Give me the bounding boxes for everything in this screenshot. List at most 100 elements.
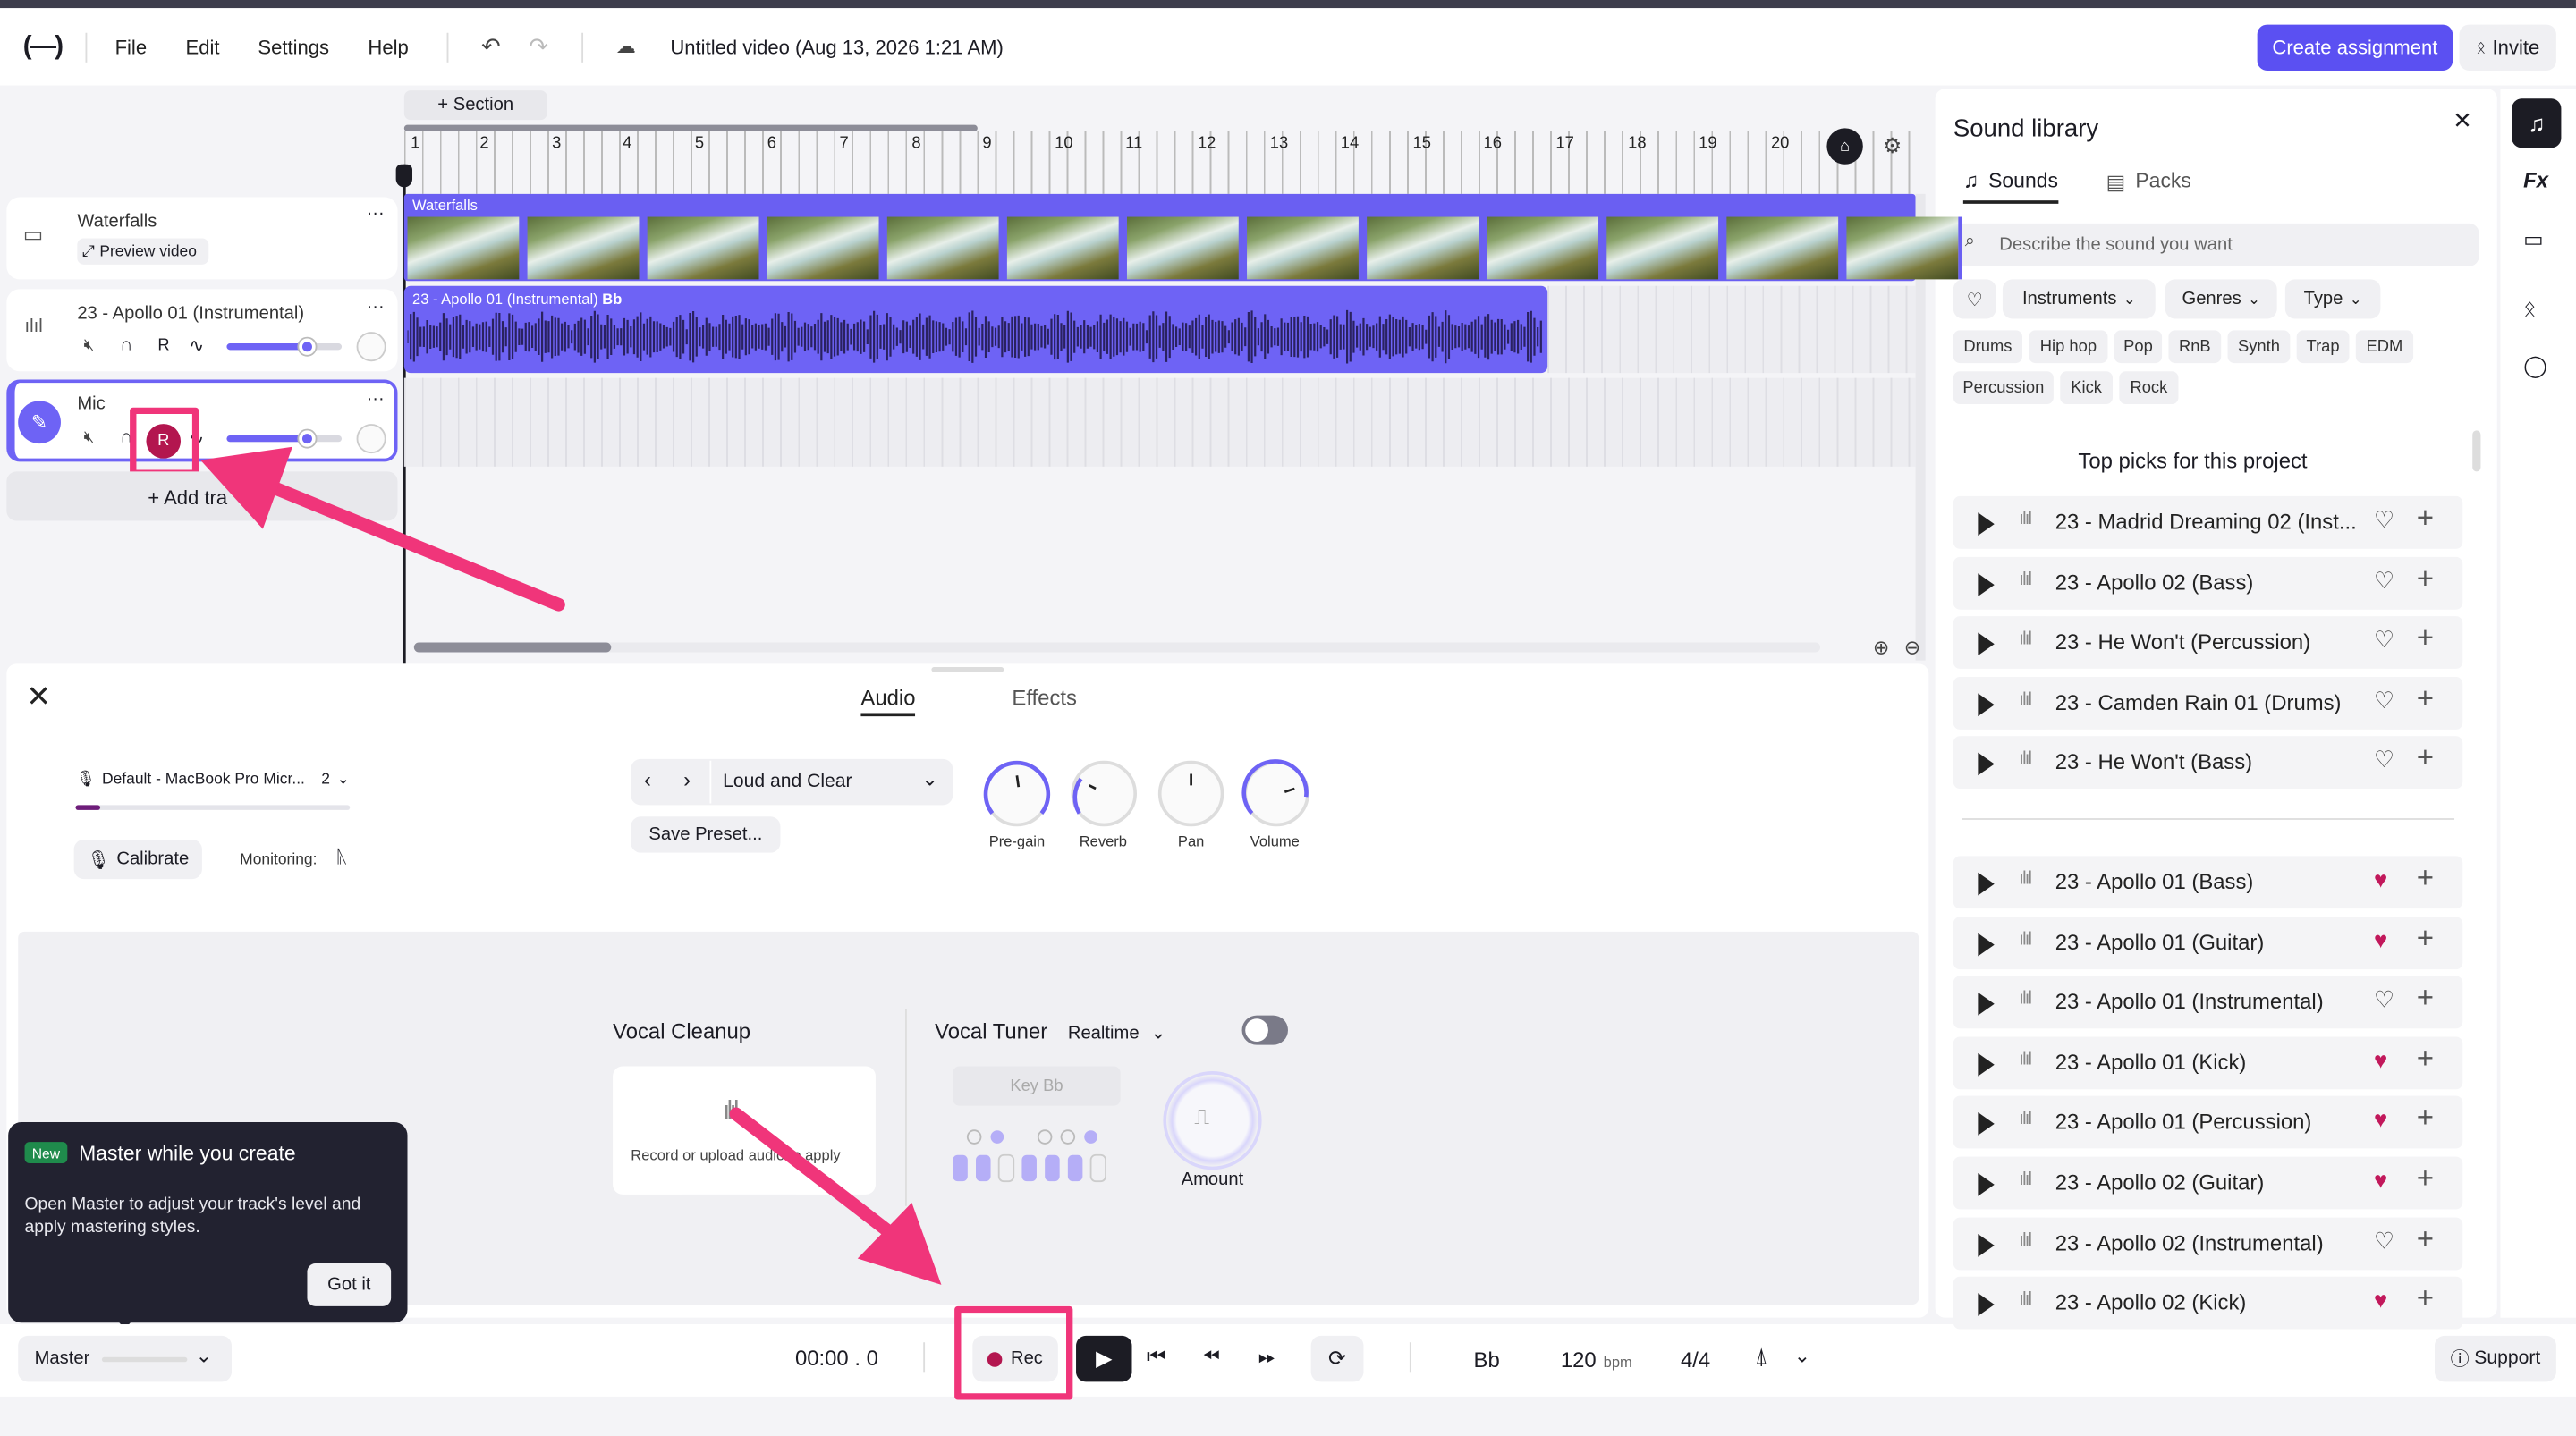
sound-library-rail-icon[interactable]: ♫ [2512, 98, 2562, 148]
heart-icon[interactable]: ♡ [2374, 986, 2394, 1014]
close-panel-icon[interactable]: ✕ [26, 680, 51, 715]
next-preset-icon[interactable]: › [683, 767, 691, 792]
slider-thumb[interactable] [299, 338, 316, 355]
play-icon[interactable] [1978, 1112, 1995, 1136]
menu-file[interactable]: File [115, 36, 148, 59]
menu-settings[interactable]: Settings [258, 36, 329, 59]
heart-icon[interactable]: ♡ [2374, 1227, 2394, 1254]
metronome-circle-icon[interactable]: ⌂ [1826, 128, 1863, 165]
add-icon[interactable]: + [2417, 921, 2434, 956]
sound-row[interactable]: ılıl 23 - Madrid Dreaming 02 (Inst... ♡ + [1953, 495, 2463, 549]
chevron-down-icon[interactable]: ⌄ [921, 767, 937, 790]
tag-chip[interactable]: Hip hop [2029, 330, 2108, 364]
sound-row[interactable]: ılıl 23 - Apollo 01 (Kick) ♥ + [1953, 1036, 2463, 1089]
tag-chip[interactable]: Pop [2114, 330, 2163, 364]
genres-filter[interactable]: Genres ⌄ [2165, 279, 2277, 319]
input-device-select[interactable]: 🎙︎ Default - MacBook Pro Micr... 2 ⌄ [75, 771, 349, 789]
sound-row[interactable]: ılıl 23 - Apollo 01 (Guitar) ♥ + [1953, 916, 2463, 969]
fx-rail-icon[interactable]: Fx [2523, 167, 2548, 192]
sound-row[interactable]: ılıl 23 - He Won't (Percussion) ♡ + [1953, 616, 2463, 670]
add-icon[interactable]: + [2417, 501, 2434, 536]
sound-row[interactable]: ılıl 23 - Apollo 01 (Percussion) ♥ + [1953, 1096, 2463, 1150]
add-icon[interactable]: + [2417, 681, 2434, 716]
add-icon[interactable]: + [2417, 981, 2434, 1016]
time-signature[interactable]: 4/4 [1681, 1347, 1710, 1373]
invite-button[interactable]: ᛟ Invite [2459, 24, 2556, 72]
create-assignment-button[interactable]: Create assignment [2257, 24, 2453, 72]
tag-chip[interactable]: Drums [1953, 330, 2022, 364]
menu-help[interactable]: Help [368, 36, 408, 59]
add-section-button[interactable]: + Section [403, 90, 547, 121]
record-button[interactable]: Rec [972, 1335, 1058, 1382]
sound-row[interactable]: ılıl 23 - Apollo 01 (Bass) ♥ + [1953, 856, 2463, 909]
support-button[interactable]: ⓘ Support [2434, 1335, 2556, 1382]
tag-chip[interactable]: EDM [2355, 330, 2414, 364]
undo-icon[interactable]: ↶ [481, 33, 501, 61]
heart-icon[interactable]: ♥ [2374, 1167, 2387, 1193]
close-library-icon[interactable]: ✕ [2453, 106, 2472, 134]
add-icon[interactable]: + [2417, 741, 2434, 776]
instruments-filter[interactable]: Instruments ⌄ [2002, 279, 2156, 319]
mute-icon[interactable]: 🔇︎ [84, 429, 95, 447]
add-icon[interactable]: + [2417, 1102, 2434, 1136]
library-scrollbar[interactable] [2472, 430, 2481, 472]
tracks-grid[interactable] [403, 377, 1916, 467]
type-filter[interactable]: Type ⌄ [2284, 279, 2381, 319]
chevron-down-icon[interactable]: ⌄ [1794, 1344, 1810, 1367]
track-name[interactable]: Mic [77, 394, 105, 414]
play-icon[interactable] [1978, 932, 1995, 956]
add-icon[interactable]: + [2417, 621, 2434, 656]
heart-icon[interactable]: ♡ [2374, 566, 2394, 594]
heart-icon[interactable]: ♡ [2374, 626, 2394, 654]
playhead-handle[interactable] [395, 164, 413, 188]
play-icon[interactable] [1978, 1233, 1995, 1256]
automation-icon[interactable]: ∿ [189, 335, 204, 357]
sound-row[interactable]: ılıl 23 - Apollo 02 (Bass) ♡ + [1953, 556, 2463, 609]
menu-edit[interactable]: Edit [186, 36, 220, 59]
amount-knob[interactable] [1163, 1071, 1262, 1170]
heart-icon[interactable]: ♥ [2374, 1106, 2387, 1132]
add-icon[interactable]: + [2417, 1042, 2434, 1077]
play-icon[interactable] [1978, 753, 1995, 777]
project-key[interactable]: Bb [1474, 1347, 1500, 1373]
tab-packs[interactable]: ▤ Packs [2106, 169, 2191, 194]
video-rail-icon[interactable]: ▭ [2523, 227, 2544, 253]
play-icon[interactable] [1978, 632, 1995, 656]
loop-button[interactable]: ⟳ [1310, 1335, 1364, 1382]
chat-rail-icon[interactable]: ◯ [2523, 353, 2547, 379]
timeline-settings-icon[interactable]: ⚙ [1883, 133, 1902, 159]
monitoring-toggle-icon[interactable]: ᚣ [337, 848, 348, 867]
tab-audio[interactable]: Audio [860, 685, 916, 717]
empty-track-lane[interactable] [1547, 285, 1916, 374]
volume-slider[interactable] [226, 343, 343, 351]
tag-chip[interactable]: Rock [2119, 371, 2179, 405]
panel-resize-handle[interactable] [931, 667, 1004, 672]
tag-chip[interactable]: Synth [2227, 330, 2291, 364]
play-button[interactable]: ▶ [1076, 1335, 1132, 1382]
play-icon[interactable] [1978, 1052, 1995, 1077]
save-preset-button[interactable]: Save Preset... [631, 816, 781, 853]
add-icon[interactable]: + [2417, 1161, 2434, 1196]
project-title[interactable]: Untitled video (Aug 13, 2026 1:21 AM) [670, 36, 1003, 59]
fast-forward-icon[interactable]: ⏩︎ [1258, 1344, 1275, 1370]
play-icon[interactable] [1978, 1172, 1995, 1196]
pan-knob[interactable] [356, 332, 386, 362]
sound-row[interactable]: ılıl 23 - Apollo 02 (Guitar) ♥ + [1953, 1156, 2463, 1210]
headphones-icon[interactable]: ∩ [120, 335, 133, 355]
sound-row[interactable]: ılıl 23 - Camden Rain 01 (Drums) ♡ + [1953, 676, 2463, 730]
sound-row[interactable]: ılıl 23 - He Won't (Bass) ♡ + [1953, 736, 2463, 790]
add-icon[interactable]: + [2417, 562, 2434, 596]
horizontal-scrollbar-thumb[interactable] [413, 642, 612, 653]
heart-icon[interactable]: ♥ [2374, 1046, 2387, 1072]
play-icon[interactable] [1978, 693, 1995, 716]
got-it-button[interactable]: Got it [307, 1263, 392, 1306]
key-select[interactable]: Key Bb [953, 1066, 1121, 1106]
tag-chip[interactable]: Percussion [1953, 371, 2054, 405]
play-icon[interactable] [1978, 572, 1995, 596]
metronome-icon[interactable]: ⍋ [1755, 1342, 1768, 1370]
collaborators-rail-icon[interactable]: ᛟ [2523, 296, 2536, 321]
heart-icon[interactable]: ♡ [2374, 506, 2394, 534]
redo-icon[interactable]: ↷ [529, 33, 548, 61]
sound-row[interactable]: ılıl 23 - Apollo 01 (Instrumental) ♡ + [1953, 976, 2463, 1029]
record-arm-button[interactable]: R [157, 337, 169, 355]
